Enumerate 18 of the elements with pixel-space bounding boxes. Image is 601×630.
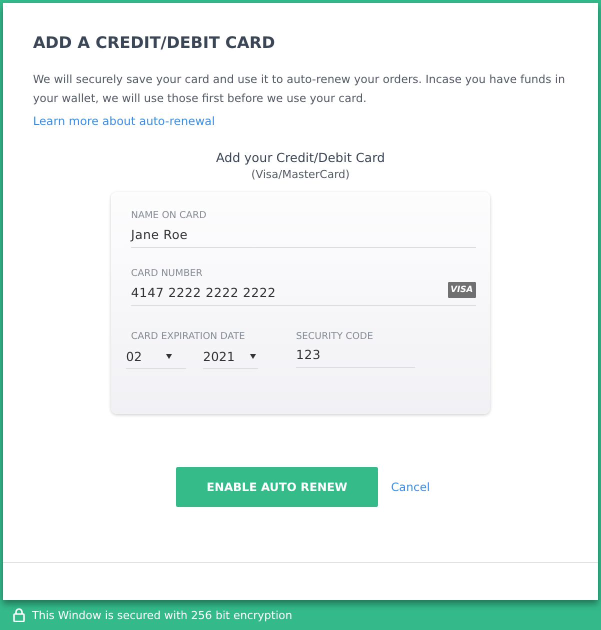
name-field[interactable]: Jane Roe — [131, 221, 476, 248]
field-label: SECURITY CODE — [296, 331, 374, 342]
field-label: CARD NUMBER — [131, 268, 202, 279]
card-subheading: (Visa/MasterCard) — [251, 168, 350, 181]
security-code-field[interactable]: 123 — [296, 342, 415, 368]
visa-badge: VISA — [448, 282, 476, 298]
status-text: This Window is secured with 256 bit encryption — [32, 608, 292, 622]
caret-icon — [250, 354, 256, 359]
card-number-field[interactable]: 4147 2222 2222 2222 — [131, 279, 441, 305]
dialog-title: ADD A CREDIT/DEBIT CARD — [33, 33, 276, 53]
year-select[interactable]: 2021 — [203, 345, 258, 369]
field-label: NAME ON CARD — [131, 210, 206, 221]
description-text: We will securely save your card and use it to auto-renew your orders. Incase you have funds in your wallet, we will use those first before we use your card. — [33, 72, 566, 107]
field-label: CARD EXPIRATION DATE — [131, 331, 246, 342]
caret-icon — [166, 354, 172, 359]
lock-icon — [13, 608, 25, 622]
card-heading: Add your Credit/Debit Card — [216, 150, 385, 165]
month-select[interactable]: 02 — [126, 345, 186, 369]
